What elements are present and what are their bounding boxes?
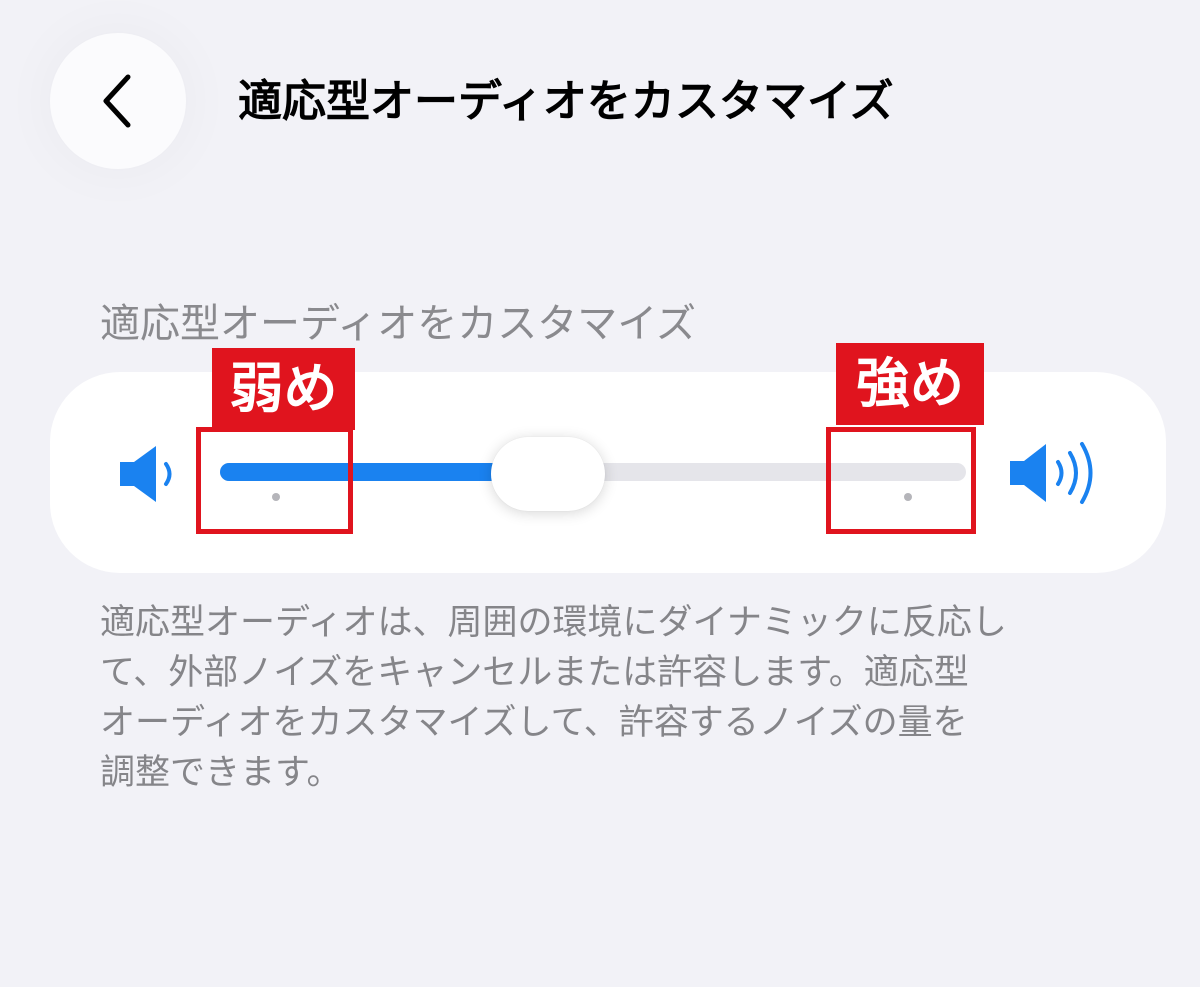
description-text: 適応型オーディオは、周囲の環境にダイナミックに反応し て、外部ノイズをキャンセル… bbox=[100, 603, 1007, 793]
page-title: 適応型オーディオをカスタマイズ bbox=[238, 76, 894, 127]
annotation-box-weak bbox=[196, 427, 353, 534]
annotation-box-strong bbox=[826, 427, 976, 534]
slider-thumb[interactable] bbox=[491, 437, 606, 511]
back-button[interactable] bbox=[50, 33, 186, 169]
speaker-high-icon bbox=[1008, 440, 1100, 510]
section-header: 適応型オーディオをカスタマイズ bbox=[100, 301, 696, 347]
speaker-low-icon bbox=[118, 444, 180, 508]
chevron-left-icon bbox=[98, 71, 138, 131]
annotation-label-strong: 強め bbox=[836, 343, 984, 425]
annotation-label-weak: 弱め bbox=[212, 348, 355, 430]
